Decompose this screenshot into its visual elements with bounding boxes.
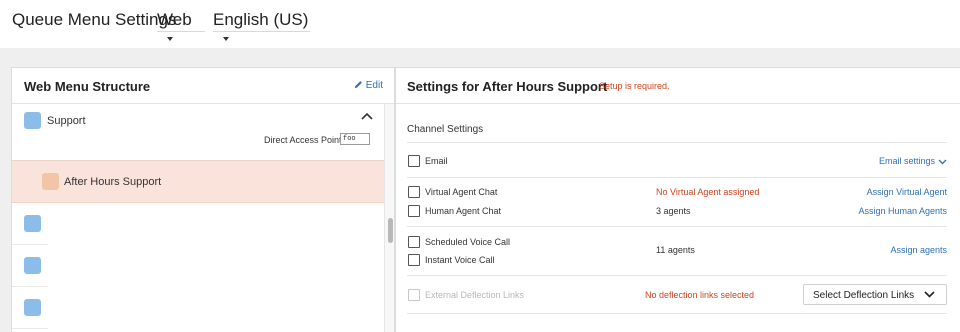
tree-row-content	[48, 203, 384, 245]
top-bar: Queue Menu Settings Web English (US)	[0, 0, 960, 48]
channel-settings-title: Channel Settings	[407, 124, 484, 135]
caret-down-icon	[223, 36, 229, 41]
language-select[interactable]: English (US)	[213, 8, 310, 41]
left-panel-header: Web Menu Structure Edit	[12, 68, 394, 104]
divider	[407, 142, 947, 143]
human-agent-chat-label: Human Agent Chat	[425, 206, 502, 216]
virtual-agent-chat-label: Virtual Agent Chat	[425, 187, 498, 197]
edit-button[interactable]: Edit	[354, 80, 383, 91]
deflection-status: No deflection links selected	[645, 290, 755, 300]
tree-row-content	[48, 287, 384, 329]
pencil-icon	[354, 81, 362, 89]
node-icon	[24, 215, 41, 232]
assign-virtual-agent-link[interactable]: Assign Virtual Agent	[867, 187, 947, 197]
divider	[407, 177, 947, 178]
scheduled-voice-call-label: Scheduled Voice Call	[425, 237, 511, 247]
after-hours-node-icon	[42, 173, 59, 190]
web-menu-structure-panel: Web Menu Structure Edit Support Direct A…	[11, 67, 395, 332]
select-deflection-links-button[interactable]: Select Deflection Links	[803, 284, 947, 305]
support-node-icon	[24, 112, 41, 129]
edit-label: Edit	[365, 80, 383, 91]
settings-panel: Settings for After Hours Support Setup i…	[395, 67, 960, 332]
assign-human-agents-link[interactable]: Assign Human Agents	[858, 206, 947, 216]
after-hours-support-label: After Hours Support	[64, 176, 162, 188]
chevron-down-icon	[938, 159, 947, 165]
external-deflection-links-checkbox[interactable]	[408, 289, 420, 301]
chevron-down-icon	[924, 291, 935, 298]
right-panel-title: Settings for After Hours Support	[407, 79, 608, 94]
caret-down-icon	[167, 36, 173, 41]
human-agent-chat-checkbox[interactable]	[408, 205, 420, 217]
divider	[407, 226, 947, 227]
direct-access-point-label: Direct Access Point	[264, 135, 342, 145]
node-icon	[24, 257, 41, 274]
tree-row-content	[48, 245, 384, 287]
left-panel-title: Web Menu Structure	[24, 79, 151, 94]
setup-required-warning: Setup is required.	[599, 81, 670, 91]
tree-row[interactable]	[12, 287, 384, 329]
external-deflection-links-label: External Deflection Links	[425, 290, 525, 300]
node-icon	[24, 299, 41, 316]
support-node-label[interactable]: Support	[47, 115, 86, 127]
virtual-agent-chat-checkbox[interactable]	[408, 186, 420, 198]
tree-row[interactable]	[12, 203, 384, 245]
email-checkbox[interactable]	[408, 155, 420, 167]
divider	[407, 275, 947, 276]
direct-access-point-input[interactable]: foo	[340, 133, 370, 145]
assign-agents-link[interactable]: Assign agents	[890, 245, 947, 255]
tree-row[interactable]	[12, 245, 384, 287]
instant-voice-call-checkbox[interactable]	[408, 254, 420, 266]
scrollbar-track[interactable]	[384, 104, 394, 332]
channel-select[interactable]: Web	[157, 8, 205, 41]
scrollbar-thumb[interactable]	[388, 218, 393, 243]
chevron-up-icon[interactable]	[361, 112, 373, 120]
page-title: Queue Menu Settings	[12, 10, 177, 29]
instant-voice-call-label: Instant Voice Call	[425, 255, 495, 265]
tree-item-after-hours-support[interactable]: After Hours Support	[12, 160, 384, 203]
language-select-value: English (US)	[213, 10, 309, 29]
email-settings-label: Email settings	[878, 156, 935, 166]
virtual-agent-status: No Virtual Agent assigned	[656, 187, 760, 197]
channel-select-value: Web	[157, 10, 192, 29]
scheduled-voice-call-checkbox[interactable]	[408, 236, 420, 248]
select-deflection-links-label: Select Deflection Links	[813, 290, 915, 301]
email-label: Email	[425, 156, 448, 166]
right-panel-header: Settings for After Hours Support Setup i…	[396, 68, 960, 104]
divider	[407, 313, 947, 314]
human-agent-count: 3 agents	[656, 206, 691, 216]
email-settings-link[interactable]: Email settings	[879, 156, 947, 166]
voice-agent-count: 11 agents	[656, 245, 695, 255]
